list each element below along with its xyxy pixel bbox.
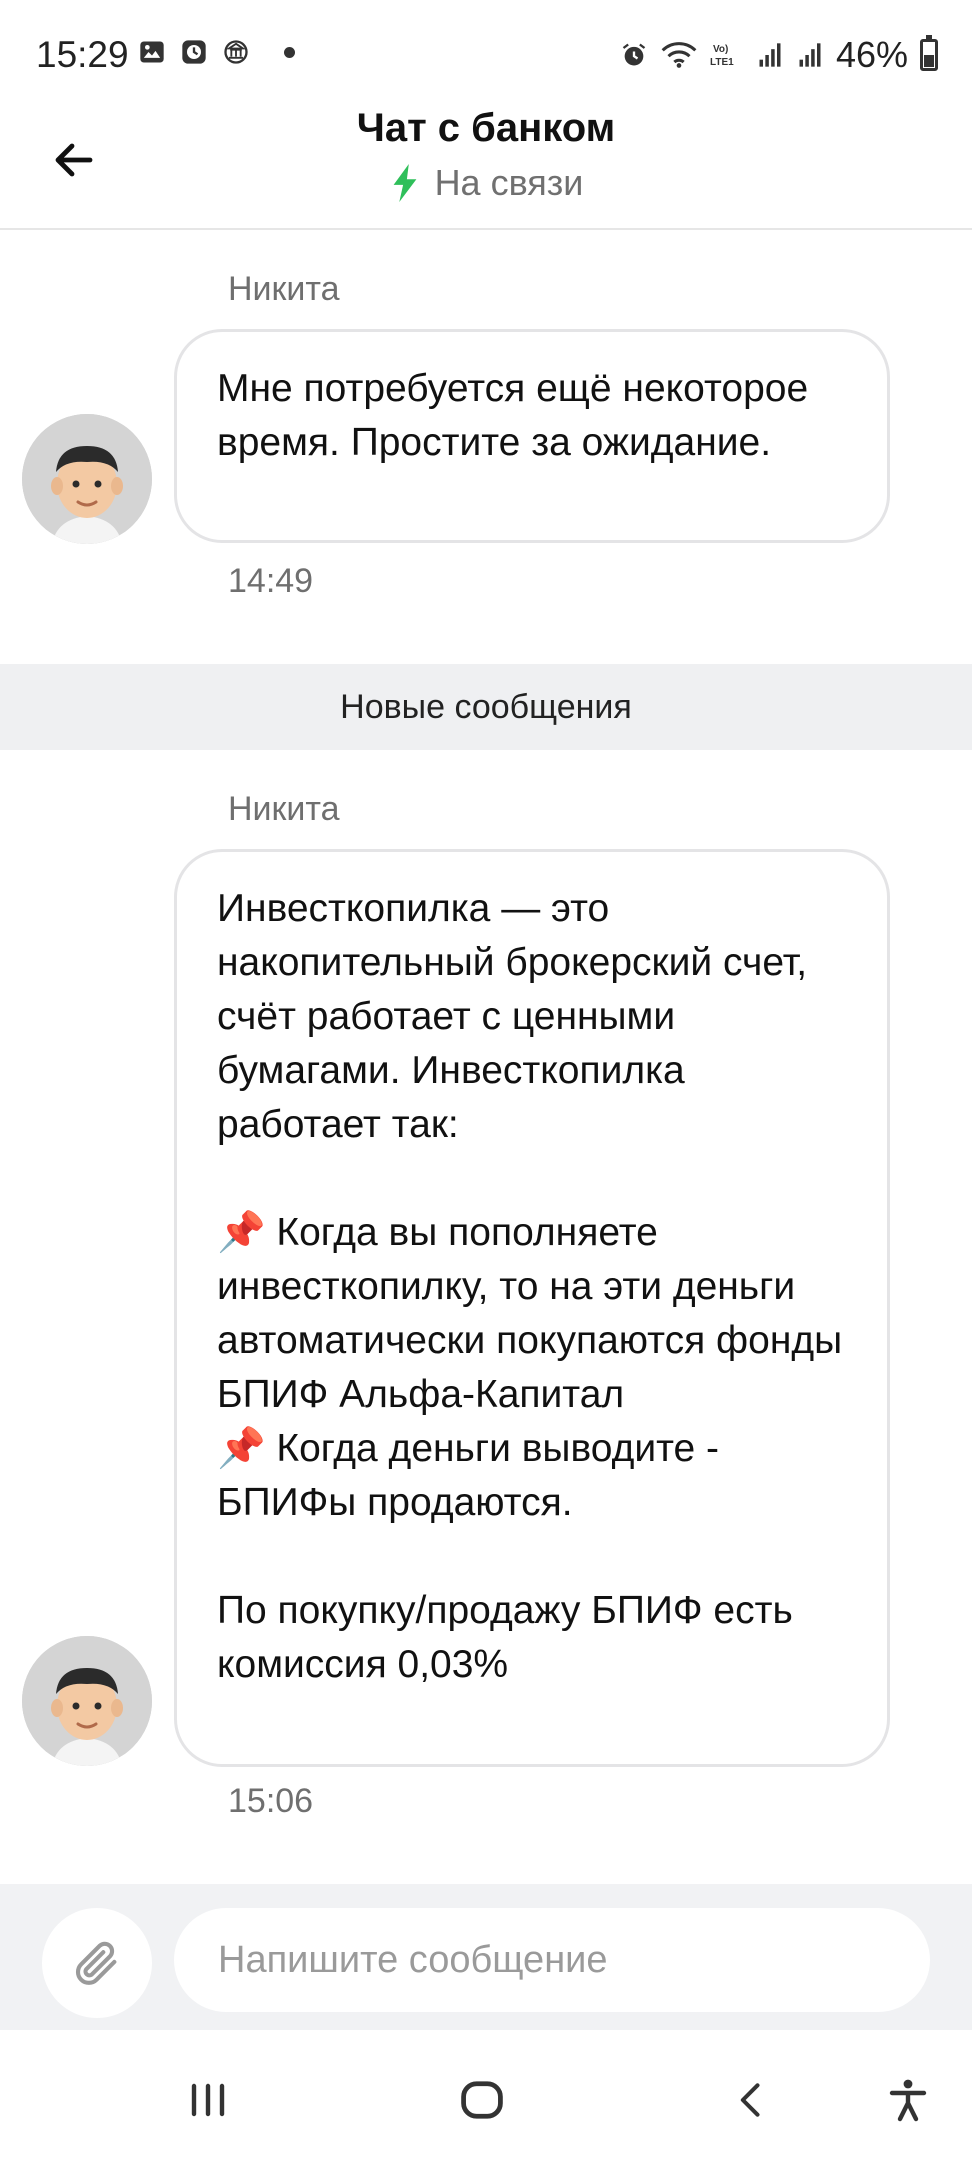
new-messages-divider: Новые сообщения (0, 664, 972, 750)
gallery-icon (140, 41, 164, 63)
lightning-icon (393, 164, 416, 202)
nav-back-button[interactable] (712, 2060, 792, 2140)
signal-icon (799, 43, 821, 67)
message-input[interactable] (174, 1908, 930, 2012)
operator-avatar-icon (22, 414, 152, 544)
bank-icon (224, 40, 248, 64)
svg-text:LTE1: LTE1 (710, 57, 734, 68)
clock-icon (182, 40, 206, 64)
recents-icon (191, 2083, 225, 2117)
new-messages-label: Новые сообщения (340, 687, 632, 726)
battery-percent: 46% (835, 34, 908, 75)
online-status-label: На связи (434, 162, 584, 203)
status-bar: 15:29 Vo) LTE1 46% (0, 0, 972, 106)
message-sender: Никита (228, 270, 340, 308)
home-button[interactable] (442, 2060, 522, 2140)
battery-icon (920, 35, 938, 71)
recents-button[interactable] (168, 2060, 248, 2140)
volte-icon: Vo) LTE1 (710, 44, 734, 68)
online-status: На связи (0, 162, 972, 204)
back-icon (740, 2083, 760, 2117)
system-nav-bar (0, 2030, 972, 2160)
message-bubble[interactable]: Инвесткопилка — это накопительный брокер… (174, 849, 890, 1767)
svg-text:Vo): Vo) (713, 44, 728, 55)
message-time: 15:06 (228, 1782, 314, 1820)
accessibility-icon (889, 2079, 927, 2122)
paperclip-icon (75, 1941, 117, 1985)
attach-button[interactable] (42, 1908, 152, 2018)
home-icon (461, 2081, 503, 2119)
status-right-icons: Vo) LTE1 46% (620, 34, 938, 76)
status-time: 15:29 (36, 34, 129, 75)
alarm-icon (622, 43, 646, 66)
chat-header: Чат с банком На связи (0, 106, 972, 230)
avatar (22, 1636, 152, 1766)
operator-avatar-icon (22, 1636, 152, 1766)
avatar (22, 414, 152, 544)
page-title: Чат с банком (356, 106, 616, 150)
accessibility-button[interactable] (868, 2060, 948, 2140)
wifi-icon (661, 42, 697, 68)
message-composer (0, 1884, 972, 2030)
signal-icon (759, 43, 781, 67)
message-bubble[interactable]: Мне потребуется ещё некоторое время. Про… (174, 329, 890, 543)
message-sender: Никита (228, 790, 340, 828)
status-left-icons (138, 38, 295, 66)
dot-icon (284, 46, 295, 58)
message-time: 14:49 (228, 562, 314, 600)
